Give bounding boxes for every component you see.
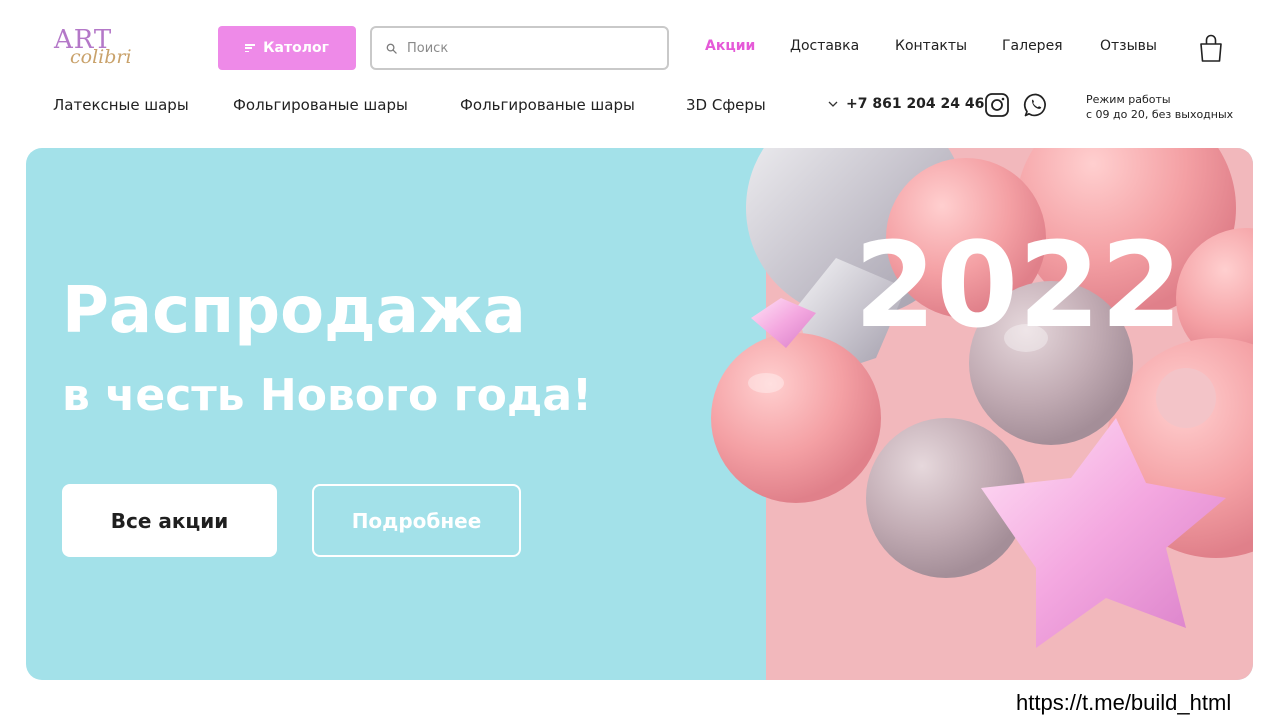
watermark-link: https://t.me/build_html: [1016, 690, 1232, 715]
hours-note: без выходных: [1151, 108, 1234, 121]
nav-contacts[interactable]: Контакты: [895, 38, 967, 54]
search-icon: [386, 43, 397, 54]
phone-number: +7 861 204 24 46: [846, 96, 985, 112]
filter-icon: [245, 44, 256, 52]
search-input[interactable]: [407, 40, 647, 56]
subnav-foil-balloons[interactable]: Фольгированые шары: [233, 96, 408, 114]
hours-title: Режим работы: [1086, 93, 1171, 106]
subnav-latex-balloons[interactable]: Латексные шары: [53, 96, 189, 114]
hero-title: Распродажа: [62, 274, 526, 348]
working-hours: Режим работы с 09 до 20, без выходных: [1086, 92, 1233, 122]
phone-dropdown[interactable]: +7 861 204 24 46: [828, 96, 984, 112]
catalog-button-label: Католог: [263, 40, 329, 56]
nav-gallery[interactable]: Галерея: [1002, 38, 1063, 54]
logo[interactable]: ART colibri: [54, 26, 144, 70]
whatsapp-icon[interactable]: [1023, 92, 1049, 118]
hero-subtitle: в честь Нового года!: [62, 370, 593, 421]
subnav-3d-spheres[interactable]: 3D Сферы: [686, 96, 766, 114]
search-box[interactable]: [370, 26, 669, 70]
subnav-foil-balloons-2[interactable]: Фольгированые шары: [460, 96, 635, 114]
all-promotions-button[interactable]: Все акции: [62, 484, 277, 557]
logo-colibri-text: colibri: [70, 46, 132, 68]
hours-schedule: с 09 до 20, без выходных: [1086, 107, 1233, 122]
chevron-down-icon: [828, 101, 838, 107]
nav-promotions[interactable]: Акции: [705, 38, 755, 54]
hours-from: с 09 до 20,: [1086, 108, 1149, 121]
nav-reviews[interactable]: Отзывы: [1100, 38, 1157, 54]
balloons-image: 2022: [706, 148, 1253, 680]
catalog-button[interactable]: Католог: [218, 26, 356, 70]
more-details-button[interactable]: Подробнее: [312, 484, 521, 557]
nav-delivery[interactable]: Доставка: [790, 38, 859, 54]
hero-banner: 2022 Распродажа в честь Нового года! Все…: [26, 148, 1253, 680]
cart-icon[interactable]: [1198, 33, 1224, 63]
instagram-icon[interactable]: [984, 92, 1010, 118]
